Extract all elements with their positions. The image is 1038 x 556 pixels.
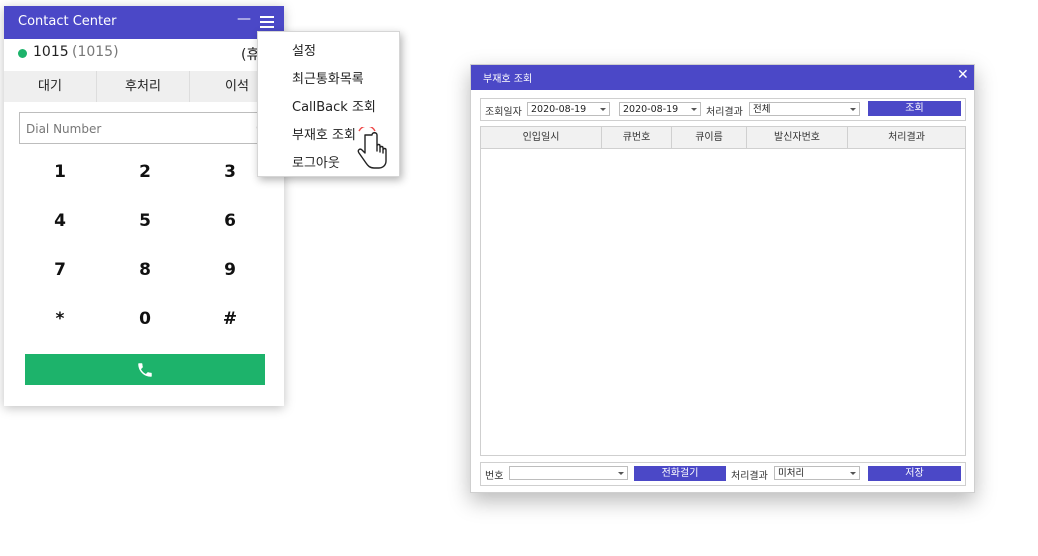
key-8[interactable]: 8 [115,255,175,285]
key-hash[interactable]: # [200,304,260,334]
key-star[interactable]: * [30,304,90,334]
tab-after-call-work[interactable]: 후처리 [97,71,190,102]
minimize-button[interactable]: — [237,11,251,27]
key-0[interactable]: 0 [115,304,175,334]
agent-state-tabs: 대기 후처리 이석 [4,71,284,102]
chevron-down-icon [850,108,856,111]
key-1[interactable]: 1 [30,157,90,187]
dialog-titlebar: 부재호 조회 ✕ [471,65,974,90]
footer-result-label: 처리결과 [731,471,768,482]
dial-call-button[interactable]: 전화걸기 [634,466,726,481]
column-header[interactable]: 발신자번호 [747,127,848,148]
column-header[interactable]: 큐이름 [672,127,747,148]
missed-call-dialog: 부재호 조회 ✕ 조회일자 2020-08-19 2020-08-19 처리결과… [470,64,975,493]
menu-item-callback-lookup[interactable]: CallBack 조회 [292,96,376,115]
footer-result-select[interactable]: 미처리 [774,466,860,480]
result-select[interactable]: 전체 [749,102,860,116]
key-4[interactable]: 4 [30,206,90,236]
key-2[interactable]: 2 [115,157,175,187]
date-to-value: 2020-08-19 [623,104,679,115]
save-button[interactable]: 저장 [868,466,961,481]
chevron-down-icon [691,108,697,111]
tab-ready[interactable]: 대기 [4,71,97,102]
menu-item-settings[interactable]: 설정 [292,40,316,59]
number-select[interactable] [509,466,628,480]
call-button[interactable] [25,354,265,385]
key-3[interactable]: 3 [200,157,260,187]
menu-item-logout[interactable]: 로그아웃 [292,152,340,171]
extension-number: 1015 [33,44,69,60]
hamburger-menu-icon[interactable] [260,16,274,28]
extension-number-secondary: (1015) [72,44,119,60]
hand-cursor-icon [357,127,387,169]
key-6[interactable]: 6 [200,206,260,236]
key-7[interactable]: 7 [30,255,90,285]
key-9[interactable]: 9 [200,255,260,285]
menu-item-missed-call-lookup[interactable]: 부재호 조회 [292,124,356,143]
chevron-down-icon [600,108,606,111]
date-to-select[interactable]: 2020-08-19 [619,102,701,116]
footer-result-value: 미처리 [778,468,805,479]
column-header[interactable]: 인입일시 [481,127,602,148]
status-indicator [18,49,27,58]
contact-center-titlebar: Contact Center — [4,6,284,39]
result-value: 전체 [753,104,771,115]
table-header: 인입일시 큐번호 큐이름 발신자번호 처리결과 [481,127,965,149]
phone-icon [138,363,152,377]
chevron-down-icon [850,472,856,475]
close-icon[interactable]: ✕ [957,67,969,83]
footer-bar: 번호 전화걸기 처리결과 미처리 저장 [480,462,966,486]
chevron-down-icon [618,472,624,475]
key-5[interactable]: 5 [115,206,175,236]
dialog-title: 부재호 조회 [483,74,533,85]
dial-number-input[interactable] [24,117,243,141]
result-label: 처리결과 [706,107,743,118]
number-label: 번호 [485,471,504,482]
window-title: Contact Center [18,14,117,29]
search-button[interactable]: 조회 [868,101,961,116]
dial-input-box [19,112,271,144]
column-header[interactable]: 처리결과 [848,127,965,148]
date-from-value: 2020-08-19 [531,104,587,115]
missed-call-table: 인입일시 큐번호 큐이름 발신자번호 처리결과 [480,126,966,456]
menu-item-recent-calls[interactable]: 최근통화목록 [292,68,364,87]
column-header[interactable]: 큐번호 [602,127,672,148]
contact-center-window: Contact Center — 1015 (1015) (휴 대기 후처리 이… [4,6,284,406]
date-label: 조회일자 [485,107,522,118]
filter-bar: 조회일자 2020-08-19 2020-08-19 처리결과 전체 조회 [480,98,966,121]
date-from-select[interactable]: 2020-08-19 [527,102,610,116]
